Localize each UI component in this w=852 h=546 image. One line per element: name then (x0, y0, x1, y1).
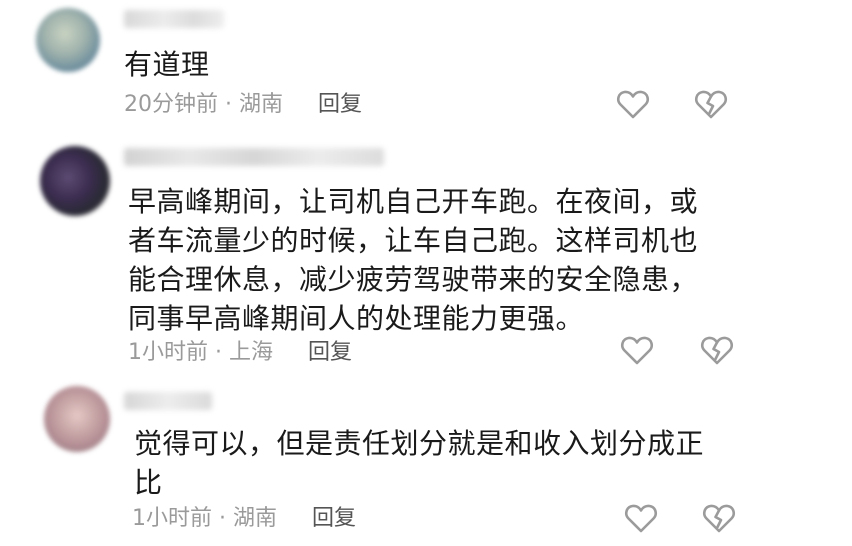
heart-outline-icon[interactable] (620, 334, 654, 366)
comment-text: 觉得可以，但是责任划分就是和收入划分成正 比 (134, 427, 705, 499)
broken-heart-icon[interactable] (702, 502, 736, 534)
comment-meta: 20分钟前 · 湖南 回复 (124, 92, 362, 118)
comment-time: 20分钟前 (124, 92, 218, 117)
broken-heart-icon[interactable] (694, 88, 728, 120)
meta-separator: · (219, 506, 226, 531)
avatar[interactable] (40, 146, 110, 216)
username[interactable] (124, 10, 224, 28)
username[interactable] (124, 148, 384, 166)
comment-time: 1小时前 (132, 506, 212, 531)
comment-location: 上海 (229, 340, 274, 365)
meta-separator: · (215, 340, 222, 365)
comment-text: 早高峰期间，让司机自己开车跑。在夜间，或 者车流量少的时候，让车自己跑。这样司机… (128, 185, 699, 335)
meta-separator: · (225, 92, 232, 117)
username[interactable] (124, 392, 212, 410)
heart-outline-icon[interactable] (624, 502, 658, 534)
comment-location: 湖南 (239, 92, 284, 117)
reply-button[interactable]: 回复 (312, 506, 356, 531)
avatar[interactable] (36, 8, 100, 72)
comment-location: 湖南 (233, 506, 278, 531)
reply-button[interactable]: 回复 (308, 340, 352, 365)
reply-button[interactable]: 回复 (318, 92, 362, 117)
comment-meta: 1小时前 · 上海 回复 (128, 340, 352, 366)
heart-outline-icon[interactable] (616, 88, 650, 120)
comment-time: 1小时前 (128, 340, 208, 365)
avatar[interactable] (44, 386, 110, 452)
broken-heart-icon[interactable] (700, 334, 734, 366)
comment-meta: 1小时前 · 湖南 回复 (132, 506, 356, 532)
comment-text: 有道理 (124, 48, 210, 81)
